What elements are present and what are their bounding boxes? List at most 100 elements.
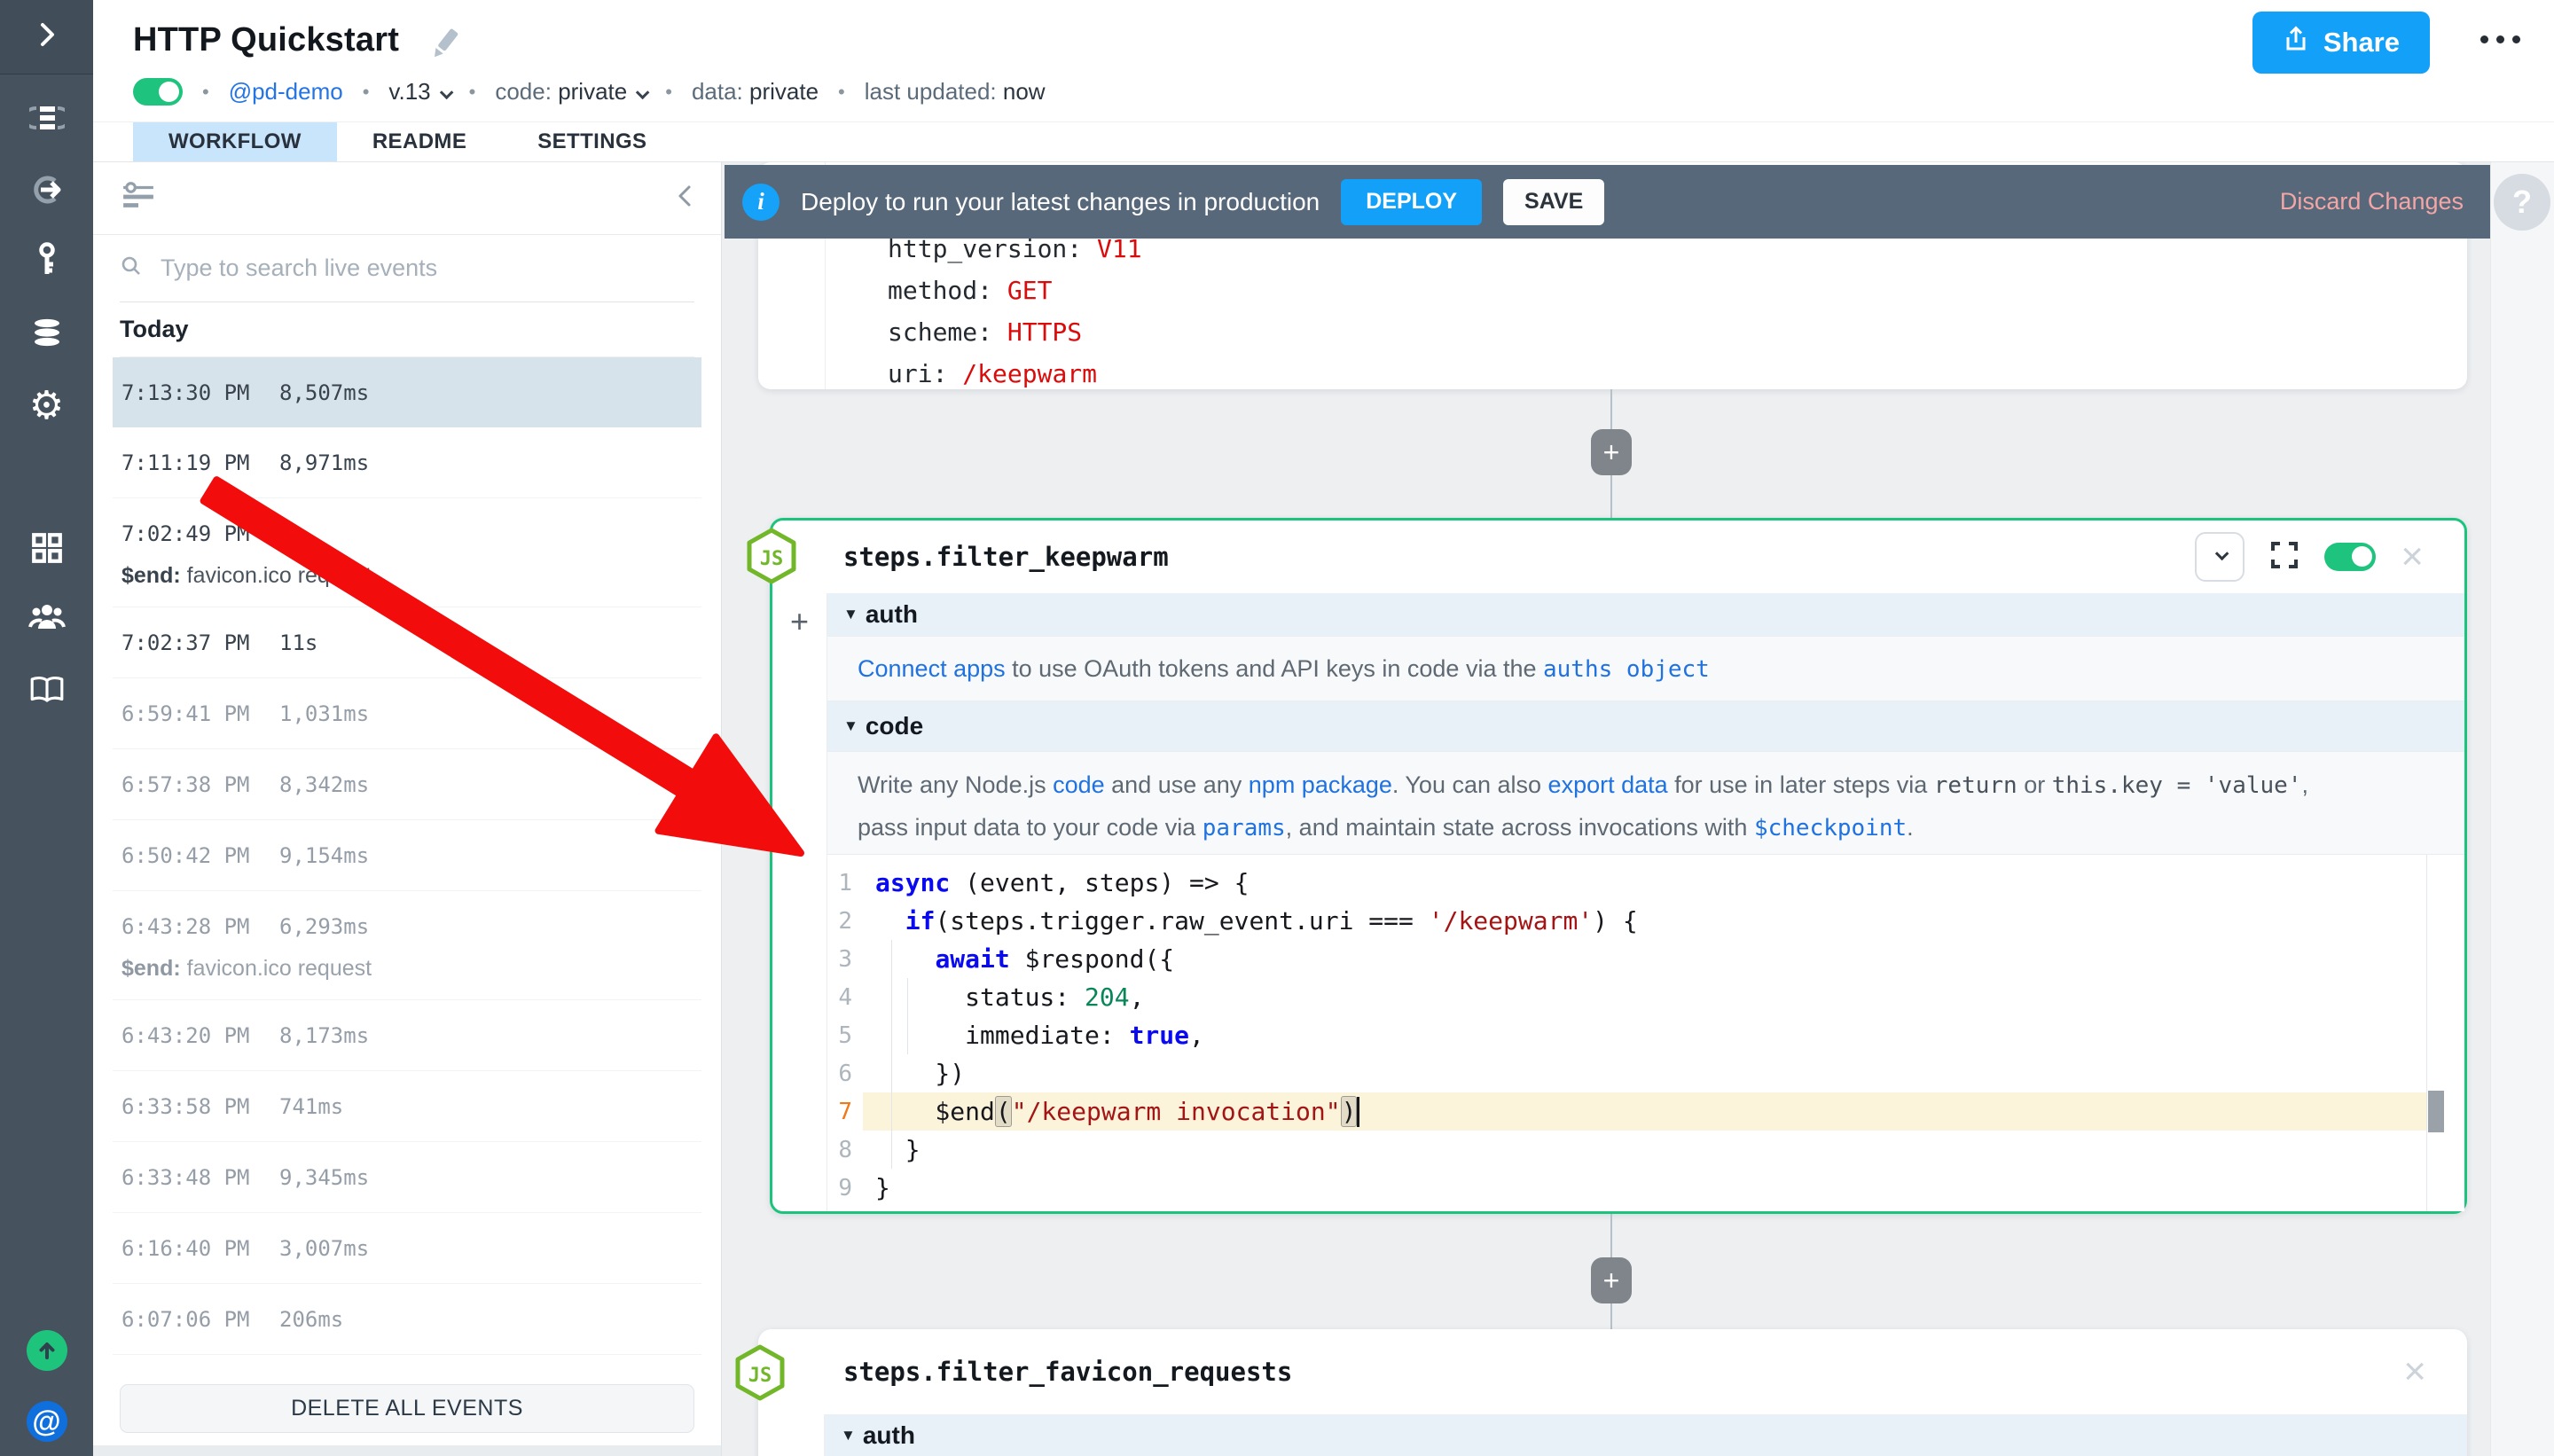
overflow-menu-button[interactable] <box>2480 35 2520 43</box>
filter-sliders-icon[interactable] <box>121 182 155 215</box>
save-button[interactable]: SAVE <box>1503 179 1604 225</box>
discard-changes-link[interactable]: Discard Changes <box>2280 188 2464 215</box>
right-margin-strip <box>2490 162 2554 1456</box>
deploy-button[interactable]: DEPLOY <box>1341 179 1482 225</box>
event-search <box>120 235 694 302</box>
workflows-icon <box>29 102 65 138</box>
event-row[interactable]: 6:16:40 PM3,007ms <box>113 1213 701 1284</box>
event-row[interactable]: 7:02:49 PM $end: favicon.ico request <box>113 498 701 607</box>
key-icon <box>34 241 60 283</box>
event-row[interactable]: 6:33:58 PM741ms <box>113 1071 701 1142</box>
event-row[interactable]: 7:13:30 PM8,507ms <box>113 357 701 427</box>
arrow-up-circle-icon <box>27 1330 67 1371</box>
step-name[interactable]: steps.filter_favicon_requests <box>843 1357 1292 1387</box>
event-row[interactable]: 7:02:37 PM11s <box>113 607 701 678</box>
step-actions-dropdown[interactable] <box>2195 532 2245 582</box>
code-line: 2 if(steps.trigger.raw_event.uri === '/k… <box>827 902 2426 940</box>
code-section-header[interactable]: ▼ code <box>827 701 2464 751</box>
event-row[interactable]: 6:43:20 PM8,173ms <box>113 1000 701 1071</box>
tab-workflow[interactable]: WORKFLOW <box>133 122 337 161</box>
info-icon: i <box>742 184 780 221</box>
code-line: 5 immediate: true, <box>827 1016 2426 1054</box>
event-row[interactable]: 6:33:48 PM9,345ms <box>113 1142 701 1213</box>
filter-keepwarm-step-card[interactable]: JS steps.filter_keepwarm × + <box>770 518 2467 1214</box>
auth-section-description: Connect apps to use OAuth tokens and API… <box>827 636 2464 701</box>
code-line: 4 status: 204, <box>827 978 2426 1016</box>
edit-title-pencil-icon[interactable] <box>428 25 462 67</box>
share-button[interactable]: Share <box>2252 12 2430 74</box>
nodejs-icon: JS <box>734 1344 786 1405</box>
event-end-label: $end: favicon.ico request <box>113 563 701 607</box>
event-end-label: $end: favicon.ico request <box>113 956 701 999</box>
editor-scrollbar-thumb[interactable] <box>2428 1091 2444 1132</box>
code-line: 8 } <box>827 1131 2426 1169</box>
deploy-banner: i Deploy to run your latest changes in p… <box>725 165 2490 239</box>
workflow-title[interactable]: HTTP Quickstart <box>133 21 399 59</box>
deploy-message: Deploy to run your latest changes in pro… <box>801 188 1320 216</box>
step-card-header: JS steps.filter_keepwarm × <box>772 521 2464 593</box>
indent-guide <box>891 940 892 1169</box>
code-visibility-dropdown[interactable]: code: private <box>495 78 646 106</box>
sidebar-item-accounts[interactable] <box>0 237 93 286</box>
sidebar-item-support[interactable]: @ <box>0 1397 93 1446</box>
workflow-canvas: i Deploy to run your latest changes in p… <box>722 162 2490 1456</box>
at-sign-icon: @ <box>27 1401 67 1442</box>
sidebar-item-apps[interactable] <box>0 525 93 575</box>
step-name[interactable]: steps.filter_keepwarm <box>843 542 1169 572</box>
tab-settings[interactable]: SETTINGS <box>502 122 682 161</box>
sidebar-expand-button[interactable] <box>0 0 93 74</box>
event-row[interactable]: 6:59:41 PM1,031ms <box>113 678 701 749</box>
gear-icon: ⚙ <box>29 387 64 426</box>
events-toolbar <box>93 162 721 235</box>
add-step-button[interactable]: + <box>1591 429 1632 475</box>
auth-section-header[interactable]: ▼ auth <box>827 593 2464 636</box>
nodejs-icon: JS <box>746 528 797 589</box>
trigger-field: uri: /keepwarm <box>888 353 2467 395</box>
open-book-icon <box>28 674 66 708</box>
sidebar-item-community[interactable] <box>0 594 93 644</box>
chevron-right-icon <box>35 21 59 52</box>
event-row[interactable]: 6:57:38 PM8,342ms <box>113 749 701 820</box>
auth-section-header[interactable]: ▼ auth <box>825 1414 2467 1456</box>
step-left-gutter: + <box>772 593 827 1211</box>
version-dropdown[interactable]: v.13 <box>388 78 449 106</box>
close-step-icon[interactable]: × <box>2403 1352 2426 1391</box>
workflow-active-toggle[interactable] <box>133 78 183 106</box>
sidebar-item-workflows[interactable] <box>0 95 93 145</box>
search-input[interactable] <box>159 254 620 283</box>
sidebar-item-data-stores[interactable] <box>0 309 93 359</box>
help-button[interactable]: ? <box>2494 174 2550 231</box>
close-step-icon[interactable]: × <box>2401 537 2424 576</box>
code-editor[interactable]: 1async (event, steps) => { 2 if(steps.tr… <box>827 855 2464 1211</box>
collapse-panel-icon[interactable] <box>675 183 694 214</box>
add-inline-step-button[interactable]: + <box>790 606 809 641</box>
event-row[interactable]: 7:11:19 PM8,971ms <box>113 427 701 498</box>
last-updated: last updated: now <box>865 78 1046 106</box>
event-row[interactable]: 6:50:42 PM9,154ms <box>113 820 701 891</box>
code-line: 3 await $respond({ <box>827 940 2426 978</box>
step-enabled-toggle[interactable] <box>2324 543 2376 571</box>
trigger-field: method: GET <box>888 270 2467 311</box>
workflow-meta-row: • @pd-demo • v.13 • code: private • data… <box>133 78 1046 106</box>
sidebar-item-docs[interactable] <box>0 666 93 716</box>
event-sources-icon <box>29 174 65 210</box>
filter-favicon-step-card[interactable]: JS steps.filter_favicon_requests × ▼ aut… <box>758 1329 2467 1456</box>
event-row[interactable]: 6:43:28 PM6,293ms $end: favicon.ico requ… <box>113 891 701 1000</box>
pipedream-workflow-editor: ⚙ <box>0 0 2554 1456</box>
sidebar-item-settings[interactable]: ⚙ <box>0 381 93 431</box>
tab-readme[interactable]: README <box>337 122 502 161</box>
delete-all-events-button[interactable]: DELETE ALL EVENTS <box>120 1384 694 1433</box>
chevron-down-icon <box>2215 546 2229 560</box>
workflow-tabs: WORKFLOW README SETTINGS <box>93 121 2554 162</box>
add-step-button[interactable]: + <box>1591 1257 1632 1303</box>
editor-overview-ruler[interactable] <box>2426 855 2427 1211</box>
event-row[interactable]: 6:07:06 PM206ms <box>113 1284 701 1355</box>
indent-guide <box>907 978 908 1054</box>
apps-grid-icon <box>30 531 64 569</box>
sidebar-item-event-sources[interactable] <box>0 167 93 216</box>
owner-link[interactable]: @pd-demo <box>229 78 343 106</box>
sidebar-item-whats-new[interactable] <box>0 1326 93 1375</box>
collapse-triangle-icon: ▼ <box>843 606 858 623</box>
fullscreen-icon[interactable] <box>2269 540 2299 575</box>
app-sidebar: ⚙ <box>0 0 93 1456</box>
